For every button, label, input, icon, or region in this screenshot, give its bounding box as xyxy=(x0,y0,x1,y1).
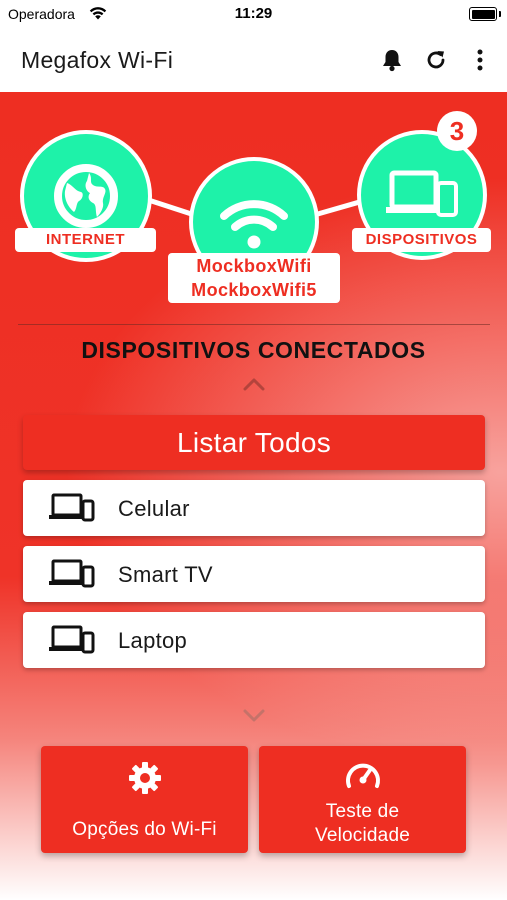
chevron-up-icon[interactable] xyxy=(243,377,265,396)
internet-label: INTERNET xyxy=(15,228,156,252)
globe-icon xyxy=(54,164,118,228)
devices-icon xyxy=(47,625,95,660)
status-bar: Operadora 11:29 xyxy=(0,0,507,30)
devices-icon xyxy=(47,559,95,594)
more-options-icon[interactable] xyxy=(467,46,493,74)
connector-line xyxy=(315,199,361,217)
devices-label: DISPOSITIVOS xyxy=(352,228,491,252)
clock: 11:29 xyxy=(234,5,273,22)
devices-count-badge: 3 xyxy=(437,111,477,151)
device-item-laptop[interactable]: Laptop xyxy=(23,612,485,668)
speed-test-button[interactable]: Teste de Velocidade xyxy=(259,746,466,853)
refresh-icon[interactable] xyxy=(423,46,449,74)
speedometer-icon xyxy=(259,760,466,790)
divider xyxy=(18,324,490,325)
battery-icon xyxy=(469,7,501,21)
wifi-network-name: MockboxWifi xyxy=(196,256,312,276)
wifi-network-names: MockboxWifi MockboxWifi5 xyxy=(168,253,340,303)
device-label: Smart TV xyxy=(118,562,213,587)
device-label: Celular xyxy=(118,496,190,521)
speed-test-label: Teste de Velocidade xyxy=(315,801,410,846)
device-label: Laptop xyxy=(118,628,188,653)
wifi-network-name: MockboxWifi5 xyxy=(191,280,317,300)
devices-icon xyxy=(47,493,95,528)
wifi-options-label: Opções do Wi-Fi xyxy=(72,819,217,840)
app-bar-actions xyxy=(379,46,493,74)
connector-line xyxy=(149,198,195,218)
devices-icon xyxy=(386,170,458,217)
chevron-down-icon[interactable] xyxy=(243,709,265,728)
list-all-button[interactable]: Listar Todos xyxy=(23,415,485,470)
app-bar: Megafox Wi-Fi xyxy=(0,30,507,92)
wifi-options-button[interactable]: Opções do Wi-Fi xyxy=(41,746,248,853)
notifications-bell-icon[interactable] xyxy=(379,46,405,74)
device-item-smart-tv[interactable]: Smart TV xyxy=(23,546,485,602)
device-item-celular[interactable]: Celular xyxy=(23,480,485,536)
wifi-icon xyxy=(220,200,288,249)
app-title: Megafox Wi-Fi xyxy=(21,47,174,73)
gear-icon xyxy=(41,760,248,796)
section-title: DISPOSITIVOS CONECTADOS xyxy=(81,337,426,363)
